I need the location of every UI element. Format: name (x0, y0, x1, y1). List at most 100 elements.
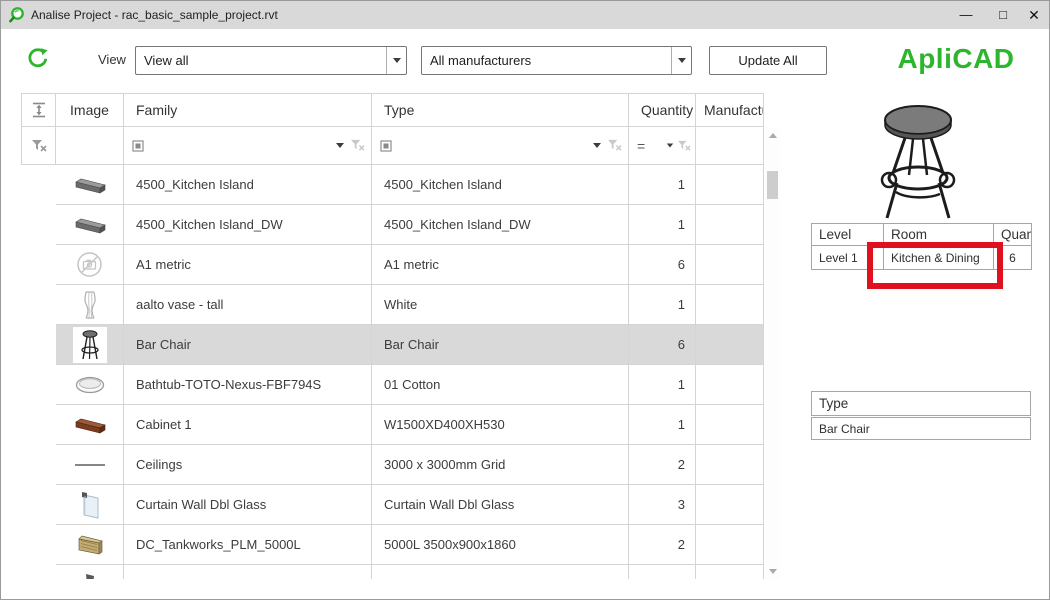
manufacturer-dropdown-arrow-icon[interactable] (671, 47, 691, 74)
manufacturer-cell[interactable] (696, 245, 764, 285)
table-row[interactable]: A1 metric A1 metric 6 (21, 245, 765, 285)
maximize-button[interactable]: □ (986, 1, 1020, 29)
curtain-wall-icon (79, 490, 101, 520)
scroll-up-icon[interactable] (766, 128, 779, 142)
manufacturer-cell[interactable] (696, 285, 764, 325)
filter-type-funnel-icon[interactable] (607, 139, 622, 152)
family-cell[interactable]: aalto vase - tall (124, 285, 372, 325)
type-cell[interactable]: 3000 x 3000mm Grid (372, 445, 629, 485)
quantity-cell[interactable]: 6 (629, 245, 696, 285)
type-cell[interactable] (372, 565, 629, 579)
equals-operator[interactable]: = (637, 138, 645, 154)
type-cell[interactable]: 4500_Kitchen Island (372, 165, 629, 205)
type-cell[interactable]: A1 metric (372, 245, 629, 285)
table-row[interactable]: Bar Chair Bar Chair 6 (21, 325, 765, 365)
column-header-type[interactable]: Type (372, 93, 629, 127)
family-cell[interactable]: Bar Chair (124, 325, 372, 365)
manufacturer-dropdown[interactable]: All manufacturers (421, 46, 692, 75)
quantity-cell[interactable]: 6 (629, 325, 696, 365)
family-cell[interactable]: Curtain Wall Dbl Glass (124, 485, 372, 525)
type-cell[interactable]: Bar Chair (372, 325, 629, 365)
filter-family-cell[interactable] (124, 127, 372, 165)
family-cell[interactable]: 4500_Kitchen Island_DW (124, 205, 372, 245)
filter-type-dropdown-icon[interactable] (593, 143, 601, 148)
filter-family-dropdown-icon[interactable] (336, 143, 344, 148)
family-cell[interactable]: Bathtub-TOTO-Nexus-FBF794S (124, 365, 372, 405)
type-cell[interactable]: White (372, 285, 629, 325)
filter-image-cell[interactable] (56, 127, 124, 165)
tank-icon (76, 533, 104, 557)
close-button[interactable]: ✕ (1017, 1, 1050, 29)
row-indicator-cell (21, 365, 56, 405)
grid-filter-row: = (21, 127, 765, 165)
quantity-cell[interactable]: 2 (629, 525, 696, 565)
family-cell[interactable]: Ceilings (124, 445, 372, 485)
manufacturer-cell[interactable] (696, 405, 764, 445)
window-title: Analise Project - rac_basic_sample_proje… (31, 1, 278, 29)
scrollbar-thumb[interactable] (767, 171, 778, 199)
table-row[interactable]: aalto vase - tall White 1 (21, 285, 765, 325)
vase-icon (82, 290, 98, 320)
row-indicator-cell (21, 205, 56, 245)
table-row[interactable]: Ceilings 3000 x 3000mm Grid 2 (21, 445, 765, 485)
quantity-cell[interactable]: 1 (629, 405, 696, 445)
manufacturer-cell[interactable] (696, 325, 764, 365)
type-cell[interactable]: Curtain Wall Dbl Glass (372, 485, 629, 525)
filter-type-cell[interactable] (372, 127, 629, 165)
view-dropdown-arrow-icon[interactable] (386, 47, 406, 74)
quantity-cell[interactable]: 1 (629, 165, 696, 205)
manufacturer-cell[interactable] (696, 485, 764, 525)
column-header-family[interactable]: Family (124, 93, 372, 127)
column-header-quantity[interactable]: Quantity (629, 93, 696, 127)
row-indicator-cell (21, 165, 56, 205)
family-cell[interactable]: Cabinet 1 (124, 405, 372, 445)
table-row[interactable] (21, 565, 765, 579)
type-cell[interactable]: 4500_Kitchen Island_DW (372, 205, 629, 245)
manufacturer-cell[interactable] (696, 165, 764, 205)
column-header-manufacturer[interactable]: Manufacturer (696, 93, 764, 127)
table-row[interactable]: 4500_Kitchen Island 4500_Kitchen Island … (21, 165, 765, 205)
grid-header-row: Image Family Type Quantity Manufacturer (21, 93, 765, 127)
vertical-scrollbar[interactable] (765, 127, 780, 579)
table-row[interactable]: DC_Tankworks_PLM_5000L 5000L 3500x900x18… (21, 525, 765, 565)
type-cell[interactable]: W1500XD400XH530 (372, 405, 629, 445)
manufacturer-cell[interactable] (696, 445, 764, 485)
row-image-cell (56, 565, 124, 579)
update-all-button[interactable]: Update All (709, 46, 827, 75)
quantity-cell[interactable]: 1 (629, 205, 696, 245)
quantity-cell[interactable] (629, 565, 696, 579)
refresh-icon[interactable] (27, 47, 49, 74)
filter-manufacturer-cell[interactable] (696, 127, 764, 165)
family-cell[interactable]: DC_Tankworks_PLM_5000L (124, 525, 372, 565)
table-row[interactable]: Curtain Wall Dbl Glass Curtain Wall Dbl … (21, 485, 765, 525)
type-box-header: Type (811, 391, 1031, 416)
table-row[interactable]: Cabinet 1 W1500XD400XH530 1 (21, 405, 765, 445)
type-cell[interactable]: 01 Cotton (372, 365, 629, 405)
manufacturer-cell[interactable] (696, 525, 764, 565)
filter-quantity-cell[interactable]: = (629, 127, 696, 165)
quantity-cell[interactable]: 1 (629, 365, 696, 405)
row-indicator-cell (21, 485, 56, 525)
minimize-button[interactable]: — (949, 1, 983, 29)
clear-all-filters-icon[interactable] (21, 127, 56, 165)
type-cell[interactable]: 5000L 3500x900x1860 (372, 525, 629, 565)
filter-quantity-funnel-icon[interactable] (677, 140, 691, 152)
table-row[interactable]: Bathtub-TOTO-Nexus-FBF794S 01 Cotton 1 (21, 365, 765, 405)
quantity-cell[interactable]: 1 (629, 285, 696, 325)
table-row[interactable]: 4500_Kitchen Island_DW 4500_Kitchen Isla… (21, 205, 765, 245)
quantity-cell[interactable]: 3 (629, 485, 696, 525)
view-dropdown[interactable]: View all (135, 46, 407, 75)
family-cell[interactable]: A1 metric (124, 245, 372, 285)
ceiling-icon (73, 462, 107, 468)
family-cell[interactable]: 4500_Kitchen Island (124, 165, 372, 205)
family-cell[interactable] (124, 565, 372, 579)
column-header-image[interactable]: Image (56, 93, 124, 127)
manufacturer-cell[interactable] (696, 365, 764, 405)
manufacturer-cell[interactable] (696, 205, 764, 245)
scroll-down-icon[interactable] (766, 564, 779, 578)
manufacturer-cell[interactable] (696, 565, 764, 579)
filter-quantity-dropdown-icon[interactable] (667, 144, 673, 148)
row-height-icon[interactable] (21, 93, 56, 127)
quantity-cell[interactable]: 2 (629, 445, 696, 485)
filter-family-funnel-icon[interactable] (350, 139, 365, 152)
